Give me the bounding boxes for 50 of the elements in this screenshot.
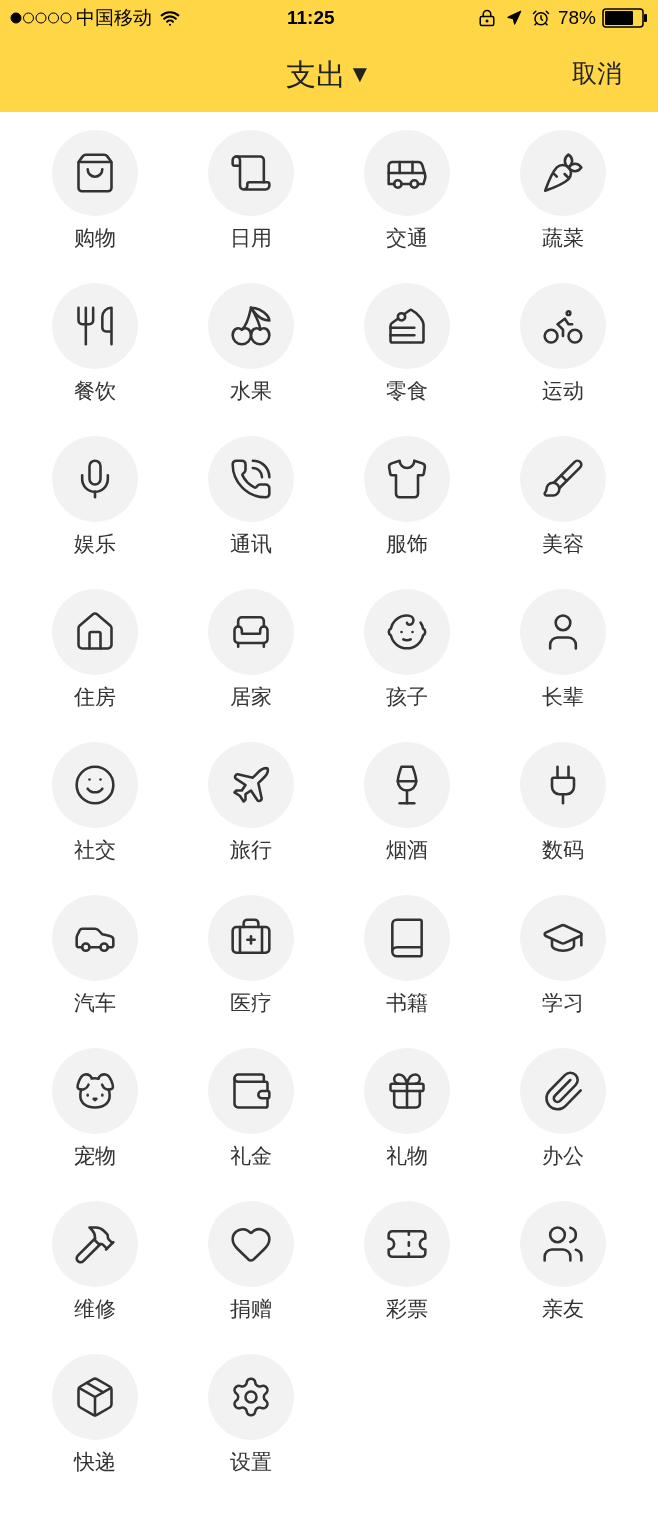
category-button[interactable]: 礼物 — [329, 1048, 485, 1201]
cancel-button[interactable]: 取消 — [572, 55, 622, 93]
category-button[interactable]: 设置 — [173, 1354, 329, 1507]
category-button[interactable]: 亲友 — [485, 1201, 641, 1354]
category-button[interactable]: 快递 — [17, 1354, 173, 1507]
category-button[interactable]: 捐赠 — [173, 1201, 329, 1354]
carrier-name: 中国移动 — [76, 5, 152, 30]
category-button[interactable]: 办公 — [485, 1048, 641, 1201]
category-button[interactable]: 学习 — [485, 895, 641, 1048]
status-time: 11:25 — [287, 5, 335, 30]
wifi-icon — [160, 8, 180, 28]
category-button[interactable]: 社交 — [17, 742, 173, 895]
category-button[interactable]: 书籍 — [329, 895, 485, 1048]
category-button[interactable]: 交通 — [329, 130, 485, 283]
category-button[interactable]: 维修 — [17, 1201, 173, 1354]
category-button[interactable]: 服饰 — [329, 436, 485, 589]
category-button[interactable]: 住房 — [17, 589, 173, 742]
category-button[interactable]: 宠物 — [17, 1048, 173, 1201]
carrot-icon — [541, 151, 585, 195]
category-button[interactable]: 通讯 — [173, 436, 329, 589]
category-button[interactable]: 运动 — [485, 283, 641, 436]
category-button[interactable]: 水果 — [173, 283, 329, 436]
category-button[interactable]: 旅行 — [173, 742, 329, 895]
category-button[interactable]: 蔬菜 — [485, 130, 641, 283]
smile-icon — [73, 763, 117, 807]
alarm-icon — [531, 9, 550, 27]
category-button[interactable]: 医疗 — [173, 895, 329, 1048]
category-button[interactable]: 孩子 — [329, 589, 485, 742]
shirt-icon — [385, 457, 429, 501]
title-dropdown[interactable]: 支出▼ — [286, 51, 372, 97]
category-button[interactable]: 汽车 — [17, 895, 173, 1048]
category-button[interactable]: 餐饮 — [17, 283, 173, 436]
category-button[interactable]: 日用 — [173, 130, 329, 283]
category-button[interactable]: 礼金 — [173, 1048, 329, 1201]
cherry-icon — [229, 304, 273, 348]
battery-icon — [602, 8, 648, 28]
category-button[interactable]: 长辈 — [485, 589, 641, 742]
battery-percent: 78% — [557, 5, 596, 30]
category-button[interactable]: 购物 — [17, 130, 173, 283]
lock-icon — [477, 9, 496, 27]
location-icon — [505, 10, 522, 26]
category-button[interactable]: 居家 — [173, 589, 329, 742]
category-button[interactable]: 零食 — [329, 283, 485, 436]
category-button[interactable]: 烟酒 — [329, 742, 485, 895]
category-button[interactable]: 彩票 — [329, 1201, 485, 1354]
category-button[interactable]: 美容 — [485, 436, 641, 589]
phone-icon — [229, 457, 273, 501]
category-button[interactable]: 娱乐 — [17, 436, 173, 589]
signal-icon — [10, 12, 72, 24]
category-button[interactable]: 数码 — [485, 742, 641, 895]
